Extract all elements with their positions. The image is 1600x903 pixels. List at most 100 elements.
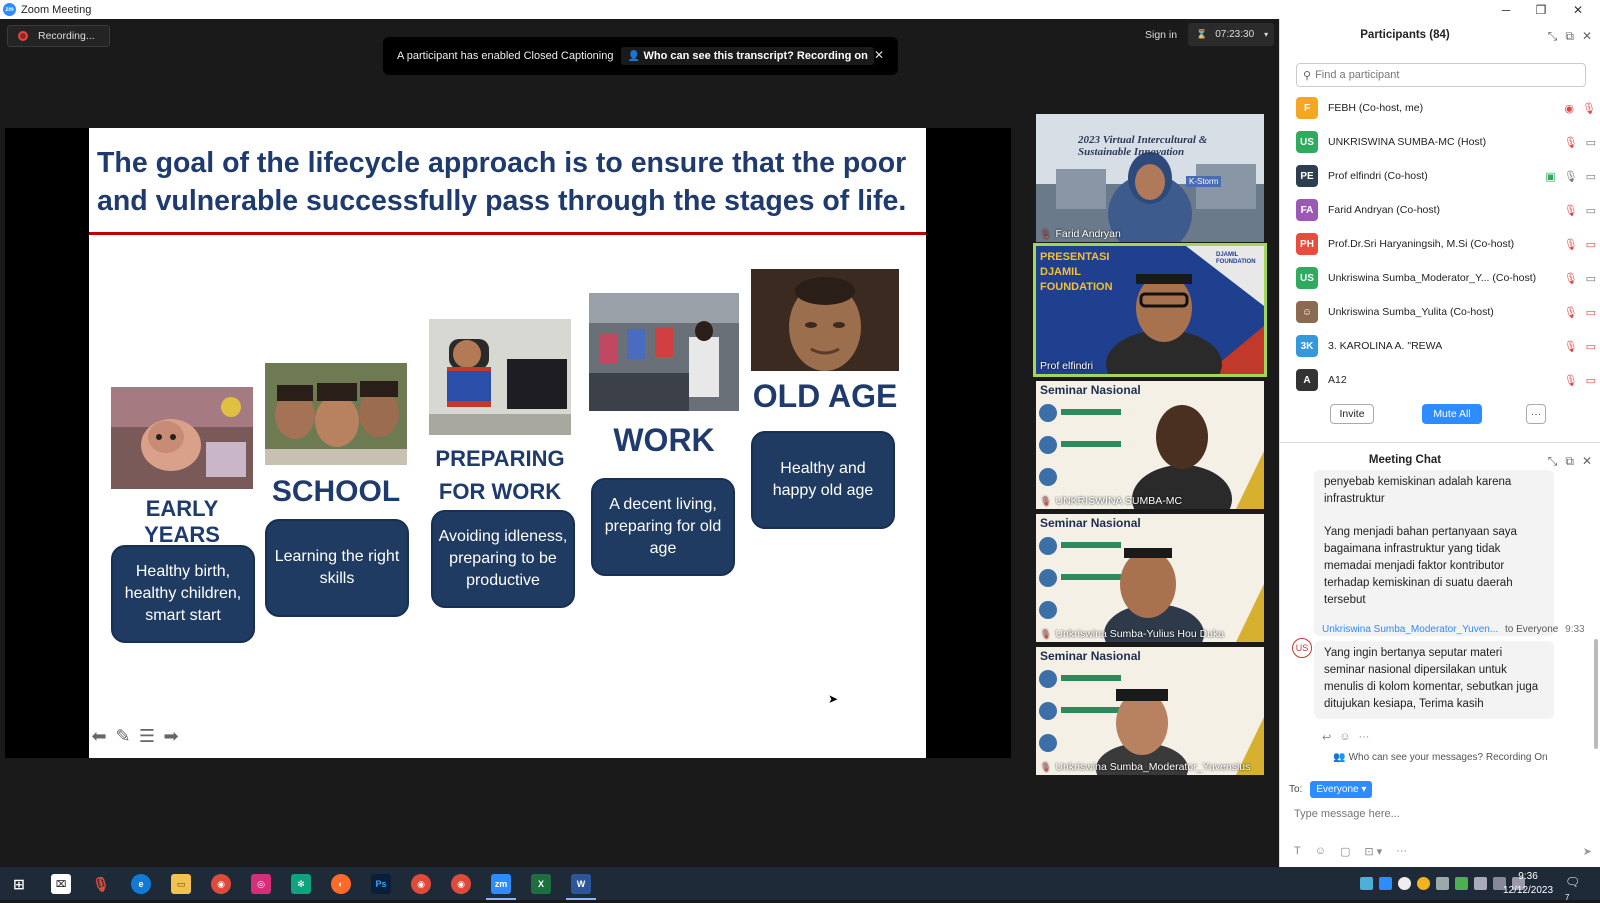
chrome-profile-2-icon[interactable]: ◉: [451, 874, 471, 894]
participant-row[interactable]: US UNKRISWINA SUMBA-MC (Host) 🎙 ▭: [1296, 129, 1596, 155]
participant-row[interactable]: 3K 3. KAROLINA A. "REWA 🎙 ▭: [1296, 333, 1596, 359]
participant-row[interactable]: US Unkriswina Sumba_Moderator_Y... (Co-h…: [1296, 265, 1596, 291]
slide-menu-icon[interactable]: ☰: [137, 726, 157, 746]
muted-mic-icon: 🎙: [1563, 340, 1578, 353]
file-explorer-icon[interactable]: ▭: [171, 874, 191, 894]
participant-row[interactable]: A A12 🎙 ▭: [1296, 367, 1596, 393]
chat-message[interactable]: Yang ingin bertanya seputar materi semin…: [1314, 641, 1554, 719]
tray-app-icon[interactable]: [1360, 877, 1373, 890]
restore-icon[interactable]: ❐: [1523, 0, 1559, 19]
word-icon[interactable]: W: [571, 874, 591, 894]
recording-dot-icon: [18, 31, 28, 41]
more-icon[interactable]: ···: [1396, 845, 1407, 858]
participant-row[interactable]: PH Prof.Dr.Sri Haryaningsih, M.Si (Co-ho…: [1296, 231, 1596, 257]
next-slide-icon[interactable]: ➡: [161, 726, 181, 746]
chat-scrollbar[interactable]: [1594, 639, 1598, 749]
screenshot-icon[interactable]: ⊡ ▾: [1364, 845, 1382, 858]
search-placeholder: Find a participant: [1315, 69, 1400, 81]
tray-display-icon[interactable]: [1474, 877, 1487, 890]
more-icon[interactable]: ···: [1358, 731, 1369, 744]
tray-zoom-icon[interactable]: [1379, 877, 1392, 890]
pop-out-icon[interactable]: ⧉: [1565, 29, 1574, 44]
avatar: A: [1296, 369, 1318, 391]
recipient-select[interactable]: Everyone ▾: [1310, 781, 1373, 798]
tray-chrome-icon[interactable]: [1398, 877, 1411, 890]
tray-chrome-2-icon[interactable]: [1417, 877, 1430, 890]
instagram-icon[interactable]: ◎: [251, 874, 271, 894]
timer-value: 07:23:30: [1215, 29, 1255, 40]
pop-out-icon[interactable]: ⧉: [1565, 454, 1574, 469]
edge-icon[interactable]: e: [131, 874, 151, 894]
chatgpt-icon[interactable]: ✻: [291, 874, 311, 894]
collapse-icon[interactable]: ⤡: [1548, 29, 1558, 44]
emoji-react-icon[interactable]: ☺: [1339, 731, 1350, 744]
chat-visibility-notice[interactable]: 👥 Who can see your messages? Recording O…: [1280, 752, 1600, 763]
participant-row[interactable]: F FEBH (Co-host, me) ◉ 🎙: [1296, 95, 1596, 121]
participant-row[interactable]: FA Farid Andryan (Co-host) 🎙 ▭: [1296, 197, 1596, 223]
video-off-icon: ▭: [1585, 306, 1596, 319]
collapse-icon[interactable]: ⤡: [1548, 454, 1558, 469]
close-banner-icon[interactable]: ✕: [874, 48, 884, 62]
zoom-icon[interactable]: zm: [491, 874, 511, 894]
file-icon[interactable]: ▢: [1340, 845, 1350, 858]
muted-mic-icon: 🎙: [1040, 761, 1052, 772]
tile-banner: Seminar Nasional: [1040, 649, 1141, 663]
participant-row[interactable]: ☺ Unkriswina Sumba_Yulita (Co-host) 🎙 ▭: [1296, 299, 1596, 325]
firefox-icon[interactable]: ◐: [331, 874, 351, 894]
tray-network-app-icon[interactable]: [1455, 877, 1468, 890]
emoji-icon[interactable]: ☺: [1315, 845, 1326, 858]
participant-name: Prof elfindri (Co-host): [1328, 170, 1428, 182]
chrome-profile-icon[interactable]: ◉: [411, 874, 431, 894]
recording-label: Recording...: [38, 30, 95, 42]
avatar: 3K: [1296, 335, 1318, 357]
excel-icon[interactable]: X: [531, 874, 551, 894]
format-icon[interactable]: T: [1294, 845, 1301, 858]
meeting-stage: Recording... A participant has enabled C…: [0, 19, 1279, 867]
tray-security-icon[interactable]: [1436, 877, 1449, 890]
transcript-visibility-link[interactable]: 👤 Who can see this transcript? Recording…: [621, 47, 874, 65]
title-bar: zm Zoom Meeting ─ ❐ ✕: [0, 0, 1600, 19]
participant-search-input[interactable]: ⚲ Find a participant: [1296, 63, 1586, 87]
microphone-app-icon[interactable]: 🎙: [91, 874, 111, 894]
video-tile-moderator-yuvensius[interactable]: Seminar Nasional 🎙 Unkriswina Sumba_Moder…: [1036, 647, 1264, 775]
participant-row[interactable]: PE Prof elfindri (Co-host) ▣ 🎙 ▭: [1296, 163, 1596, 189]
video-tile-farid-andryan[interactable]: 2023 Virtual Intercultural & Sustainable…: [1036, 114, 1264, 242]
hourglass-icon: ⌛: [1196, 29, 1208, 39]
muted-mic-icon: 🎙: [1563, 204, 1578, 217]
close-icon[interactable]: ✕: [1582, 29, 1592, 44]
photoshop-icon[interactable]: Ps: [371, 874, 391, 894]
recording-indicator[interactable]: Recording...: [7, 25, 110, 47]
mouse-cursor-icon: ➤: [828, 692, 839, 706]
sign-in-link[interactable]: Sign in: [1145, 29, 1177, 41]
invite-button[interactable]: Invite: [1330, 404, 1374, 424]
close-icon[interactable]: ✕: [1582, 454, 1592, 469]
chat-message-tail: penyebab kemiskinan adalah karena infras…: [1324, 476, 1512, 505]
video-tile-yulius-hou-duka[interactable]: Seminar Nasional 🎙 Unkriswina Sumba-Yuliu…: [1036, 514, 1264, 642]
notification-icon[interactable]: 🗨7: [1565, 875, 1583, 902]
pen-icon[interactable]: ✎: [113, 726, 133, 746]
muted-mic-icon: 🎙: [1563, 306, 1578, 319]
meeting-timer[interactable]: ⌛ 07:23:30 ▾: [1188, 23, 1274, 46]
chat-message[interactable]: penyebab kemiskinan adalah karena infras…: [1314, 470, 1554, 636]
chat-message-body: Yang menjadi bahan pertanyaan saya bagai…: [1324, 526, 1517, 606]
reply-icon[interactable]: ↩: [1322, 731, 1331, 744]
chrome-icon[interactable]: ◉: [211, 874, 231, 894]
windows-start-icon[interactable]: ⊞: [9, 874, 29, 894]
mute-all-button[interactable]: Mute All: [1422, 404, 1482, 424]
system-clock[interactable]: 9:36 12/12/2023: [1503, 870, 1553, 898]
zoom-logo-icon: zm: [3, 3, 16, 16]
stage-box-early-years: Healthy birth, healthy children, smart s…: [111, 545, 255, 643]
previous-slide-icon[interactable]: ⬅: [89, 726, 109, 746]
more-options-button[interactable]: ···: [1526, 404, 1546, 424]
send-icon[interactable]: ➤: [1583, 845, 1592, 858]
tile-name: Prof elfindri: [1040, 360, 1094, 372]
close-window-icon[interactable]: ✕: [1560, 0, 1596, 19]
chat-message-input[interactable]: [1294, 805, 1584, 823]
minimize-icon[interactable]: ─: [1488, 0, 1524, 19]
slide: The goal of the lifecycle approach is to…: [89, 128, 926, 758]
video-tile-prof-elfindri[interactable]: PRESENTASI DJAMIL FOUNDATION DJAMIL FOUN…: [1033, 243, 1267, 377]
stage-title-preparing-for-work: PREPARING FOR WORK: [435, 446, 565, 504]
capcut-icon[interactable]: ⌧: [51, 874, 71, 894]
video-tile-unkriswina-mc[interactable]: Seminar Nasional 🎙 UNKRISWINA SUMBA-MC: [1036, 381, 1264, 509]
chat-toolbar: T ☺ ▢ ⊡ ▾ ···: [1294, 845, 1407, 858]
